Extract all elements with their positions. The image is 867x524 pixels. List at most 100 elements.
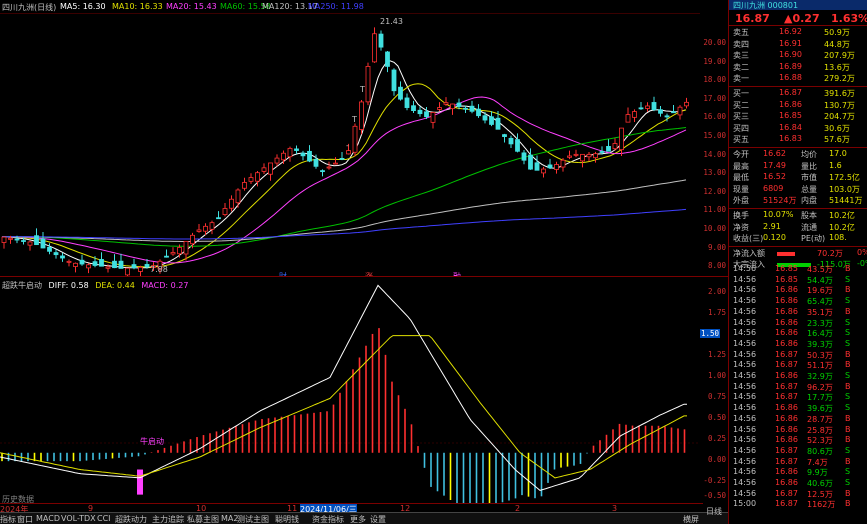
tick-side: B — [845, 349, 851, 359]
candle — [619, 127, 624, 151]
candle — [281, 152, 286, 161]
tab-cci[interactable]: CCI — [97, 514, 111, 523]
macd-chart[interactable]: 牛启动 — [0, 277, 700, 503]
tick-row: 14:56 16.87 7.4万 B — [729, 457, 867, 468]
tab-ma2[interactable]: MA2 — [221, 514, 238, 523]
stat-key: 净资 — [733, 222, 749, 232]
candle — [346, 150, 351, 155]
tick-volume: 9.9万 — [807, 468, 828, 478]
time-axis: 2024年 9 10 11 2024/11/06/三 12 2 3 — [0, 503, 703, 515]
stat-key: 总量 — [801, 184, 817, 194]
flow-value: 70.2万 — [817, 248, 843, 258]
tick-price: 16.86 — [775, 306, 798, 316]
tab-main-force[interactable]: 主力追踪 — [152, 514, 184, 524]
tab-private-fund[interactable]: 私募主图 — [187, 514, 219, 524]
tick-price: 16.86 — [775, 285, 798, 295]
stat-value: 0.120 — [763, 233, 786, 243]
tick-volume: 43.5万 — [807, 265, 833, 274]
ma250-line — [2, 208, 687, 240]
divider — [729, 86, 867, 87]
price-change-pct: 1.63% — [831, 12, 867, 25]
level-label: 卖五 — [733, 28, 749, 37]
tick-time: 14:56 — [733, 317, 757, 327]
tick-side: B — [845, 488, 851, 498]
level-label: 买三 — [733, 112, 749, 122]
tick-time: 14:56 — [733, 328, 757, 338]
tab-more[interactable]: 更多 — [350, 514, 366, 524]
price-tick: 12.00 — [703, 187, 726, 196]
candle — [573, 153, 579, 156]
tab-indicator[interactable]: 指标 — [0, 514, 16, 524]
tab-test-main[interactable]: 测试主图 — [237, 514, 269, 524]
tick-price: 16.86 — [775, 467, 798, 477]
candle — [203, 225, 208, 232]
candle — [456, 102, 462, 107]
tab-window[interactable]: 窗口 — [17, 514, 33, 524]
period-label[interactable]: 日线 — [706, 506, 722, 517]
stat-value: 17.0 — [829, 149, 847, 158]
tick-time: 14:56 — [733, 424, 757, 434]
level-label: 买一 — [733, 89, 749, 98]
tick-volume: 51.1万 — [807, 361, 833, 371]
candle — [508, 137, 514, 145]
stat-value: 172.5亿 — [829, 173, 860, 183]
tab-oversold-power[interactable]: 超跌动力 — [115, 514, 147, 524]
tick-volume: 65.4万 — [807, 297, 833, 307]
tick-volume: 54.4万 — [807, 275, 833, 285]
ma10-value: MA10: 16.33 — [112, 2, 163, 11]
stock-name-label: 四川九洲(日线) — [2, 3, 57, 12]
flow-label: 净流入额 — [733, 248, 765, 258]
indicator-tick: 2.00 — [707, 287, 726, 296]
candle — [183, 240, 189, 255]
level-price: 16.87 — [779, 88, 802, 97]
bull-start-signal: 牛启动 — [140, 436, 164, 446]
candle — [638, 107, 644, 110]
stat-value: 10.2亿 — [829, 211, 855, 220]
candle — [567, 155, 572, 158]
candle — [294, 148, 299, 151]
tick-side: B — [845, 413, 851, 423]
tick-side: B — [845, 381, 851, 391]
tab-macd[interactable]: MACD — [36, 514, 60, 523]
candle — [469, 105, 475, 112]
candle — [632, 111, 637, 118]
tab-smart-money[interactable]: 聪明钱 — [275, 514, 299, 524]
tick-volume: 40.6万 — [807, 479, 833, 488]
candle — [593, 153, 598, 159]
tab-vol-tdx[interactable]: VOL-TDX — [61, 514, 96, 523]
candle — [534, 162, 540, 171]
tick-side: S — [845, 392, 851, 402]
tick-row: 14:56 16.87 12.5万 B — [729, 489, 867, 500]
stat-value: 51441万 — [829, 196, 863, 206]
candlestick-chart[interactable]: 21.43 7.88 T T - 财 涨 融 — [0, 14, 700, 276]
ask-level: 卖一 16.88 279.2万 — [729, 73, 867, 85]
tick-price: 16.86 — [775, 296, 798, 306]
ma10-line — [1, 83, 687, 268]
candle — [612, 143, 618, 150]
candle — [300, 152, 306, 157]
tick-side: S — [845, 274, 851, 284]
tick-list[interactable]: 14:56 16.85 43.5万 B 14:56 16.85 54.4万 S 14:56 16.… — [729, 264, 867, 524]
candle — [599, 151, 605, 153]
candle — [34, 235, 39, 246]
candle — [235, 189, 241, 204]
candle — [482, 115, 488, 121]
price-tick: 15.00 — [703, 131, 726, 140]
stat-row: 今开 16.62 均价 17.0 — [729, 149, 867, 161]
candle — [144, 264, 150, 268]
indicator-tick: 1.00 — [707, 371, 726, 380]
tick-row: 14:56 16.86 52.3万 B — [729, 435, 867, 446]
tab-landscape[interactable]: 横屏 — [683, 514, 699, 524]
candle — [92, 261, 98, 266]
tab-settings[interactable]: 设置 — [370, 514, 386, 524]
tab-fund-indicator[interactable]: 资金指标 — [312, 514, 344, 524]
tick-price: 16.86 — [775, 424, 798, 434]
stat-key: 现量 — [733, 184, 749, 194]
candle — [515, 139, 520, 152]
stat-value: 6809 — [763, 183, 784, 193]
tick-price: 16.87 — [775, 488, 798, 498]
stat-value: 10.2亿 — [829, 222, 855, 232]
indicator-tick: 0.25 — [707, 434, 726, 443]
candle — [47, 246, 52, 252]
candle — [27, 241, 33, 246]
